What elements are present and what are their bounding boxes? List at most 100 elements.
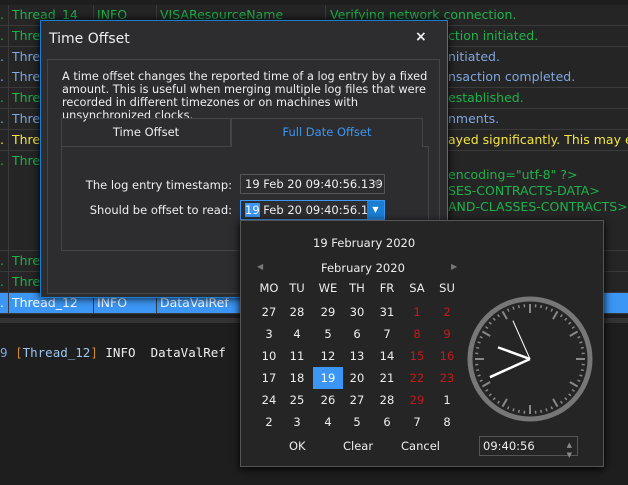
tab-full-date-offset[interactable]: Full Date Offset <box>231 118 423 147</box>
time-spinner[interactable]: 09:40:56 ▲ ▼ <box>479 436 578 459</box>
clock-tick <box>577 335 581 339</box>
message-cell: ayed significantly. This may eff <box>448 132 628 147</box>
calendar-day[interactable]: 3 <box>254 323 284 345</box>
calendar-day[interactable]: 30 <box>342 301 372 323</box>
calendar-day[interactable]: 6 <box>342 323 372 345</box>
calendar-day[interactable]: 1 <box>432 389 462 411</box>
calendar-day[interactable]: 7 <box>402 411 432 433</box>
row-marker: . <box>0 153 4 168</box>
analog-clock <box>467 296 593 422</box>
clock-tick <box>564 397 568 401</box>
message-cell: nsaction completed. <box>448 69 576 84</box>
prev-month-icon[interactable]: ◀ <box>257 262 263 271</box>
message-line: encoding="utf-8" ?> <box>448 167 578 182</box>
dropdown-button[interactable]: ▼ <box>367 201 384 219</box>
offset-date-input[interactable]: 19 Feb 20 09:40:56.139 ▼ <box>240 200 385 220</box>
calendar-day[interactable]: 8 <box>432 411 462 433</box>
message-cell: ction initiated. <box>448 28 539 43</box>
calendar-day[interactable]: 21 <box>372 367 402 389</box>
thread-cell: Thre <box>12 274 41 289</box>
thread-cell: Thre <box>12 253 41 268</box>
clock-tick <box>476 346 480 349</box>
clock-tick <box>488 393 492 397</box>
next-month-icon[interactable]: ▶ <box>451 262 457 271</box>
clock-tick <box>580 346 584 349</box>
calendar-day[interactable]: 11 <box>282 345 312 367</box>
clear-button[interactable]: Clear <box>343 439 373 453</box>
calendar-day[interactable]: 23 <box>432 367 462 389</box>
calendar-day[interactable]: 2 <box>432 301 462 323</box>
calendar-day[interactable]: 27 <box>342 389 372 411</box>
date-picker-popup: 19 February 2020 ◀ February 2020 ▶ MO TU W… <box>240 220 604 467</box>
calendar-day[interactable]: 5 <box>342 411 372 433</box>
calendar-day[interactable]: 7 <box>372 323 402 345</box>
ok-button[interactable]: OK <box>289 439 306 453</box>
calendar-day[interactable]: 26 <box>313 389 343 411</box>
calendar-day[interactable]: 13 <box>342 345 372 367</box>
calendar-day[interactable]: 8 <box>402 323 432 345</box>
message-cell: established. <box>448 90 524 105</box>
column-divider <box>8 272 9 292</box>
clock-tick <box>571 326 575 330</box>
selected-date-header: 19 February 2020 <box>313 236 416 250</box>
column-divider <box>8 47 9 67</box>
calendar-day[interactable]: 2 <box>254 411 284 433</box>
calendar-day[interactable]: 5 <box>313 323 343 345</box>
weekday-header: WE <box>318 281 338 295</box>
clock-tick <box>568 321 572 325</box>
row-marker: . <box>0 49 4 64</box>
tab-time-offset[interactable]: Time Offset <box>61 118 231 147</box>
month-label[interactable]: February 2020 <box>321 261 405 275</box>
calendar-day[interactable]: 4 <box>282 323 312 345</box>
thread-cell: Thre <box>12 69 41 84</box>
spin-down-icon[interactable]: ▼ <box>567 446 572 464</box>
column-divider <box>8 251 9 271</box>
clock-tick <box>550 308 554 312</box>
clock-tick <box>545 408 548 412</box>
clock-tick <box>579 374 583 377</box>
calendar-day[interactable]: 22 <box>402 367 432 389</box>
calendar-day[interactable]: 10 <box>254 345 284 367</box>
calendar-day[interactable]: 29 <box>402 389 432 411</box>
calendar-day[interactable]: 15 <box>402 345 432 367</box>
clock-tick <box>559 400 563 404</box>
calendar-day[interactable]: 31 <box>372 301 402 323</box>
calendar-day[interactable]: 14 <box>372 345 402 367</box>
calendar-day[interactable]: 19 <box>313 367 343 389</box>
clock-tick <box>501 310 508 320</box>
calendar-day[interactable]: 27 <box>254 301 284 323</box>
description: A time offset changes the reported time … <box>62 70 428 122</box>
calendar-day[interactable]: 18 <box>282 367 312 389</box>
clock-tick <box>564 317 568 321</box>
message-line: SES-CONTRACTS-DATA> <box>448 183 600 198</box>
cancel-button[interactable]: Cancel <box>401 439 440 453</box>
row-marker: . <box>0 295 4 310</box>
thread-cell: Thre <box>12 111 41 126</box>
close-icon[interactable]: × <box>415 29 427 45</box>
detail-thread: Thread_12 <box>22 345 91 360</box>
calendar-day[interactable]: 24 <box>254 389 284 411</box>
clock-tick <box>481 330 491 337</box>
dialog-title: Time Offset <box>49 31 130 47</box>
calendar-day[interactable]: 28 <box>282 301 312 323</box>
column-divider <box>8 293 9 313</box>
calendar-day[interactable]: 12 <box>313 345 343 367</box>
calendar-day[interactable]: 20 <box>342 367 372 389</box>
calendar-day[interactable]: 28 <box>372 389 402 411</box>
calendar-day[interactable]: 25 <box>282 389 312 411</box>
column-divider <box>8 151 9 250</box>
calendar-day[interactable]: 3 <box>282 411 312 433</box>
clock-tick <box>497 314 501 318</box>
calendar-day[interactable]: 6 <box>372 411 402 433</box>
calendar-day[interactable]: 4 <box>313 411 343 433</box>
clock-tick <box>569 381 579 388</box>
calendar-day[interactable]: 1 <box>402 301 432 323</box>
calendar-day[interactable]: 9 <box>432 323 462 345</box>
calendar-day[interactable]: 16 <box>432 345 462 367</box>
calendar-day[interactable]: 29 <box>313 301 343 323</box>
clock-tick <box>517 305 520 309</box>
detail-prefix: 9 <box>0 345 8 360</box>
bracket: [ <box>15 345 23 360</box>
calendar-day[interactable]: 17 <box>254 367 284 389</box>
clock-tick <box>506 406 510 410</box>
